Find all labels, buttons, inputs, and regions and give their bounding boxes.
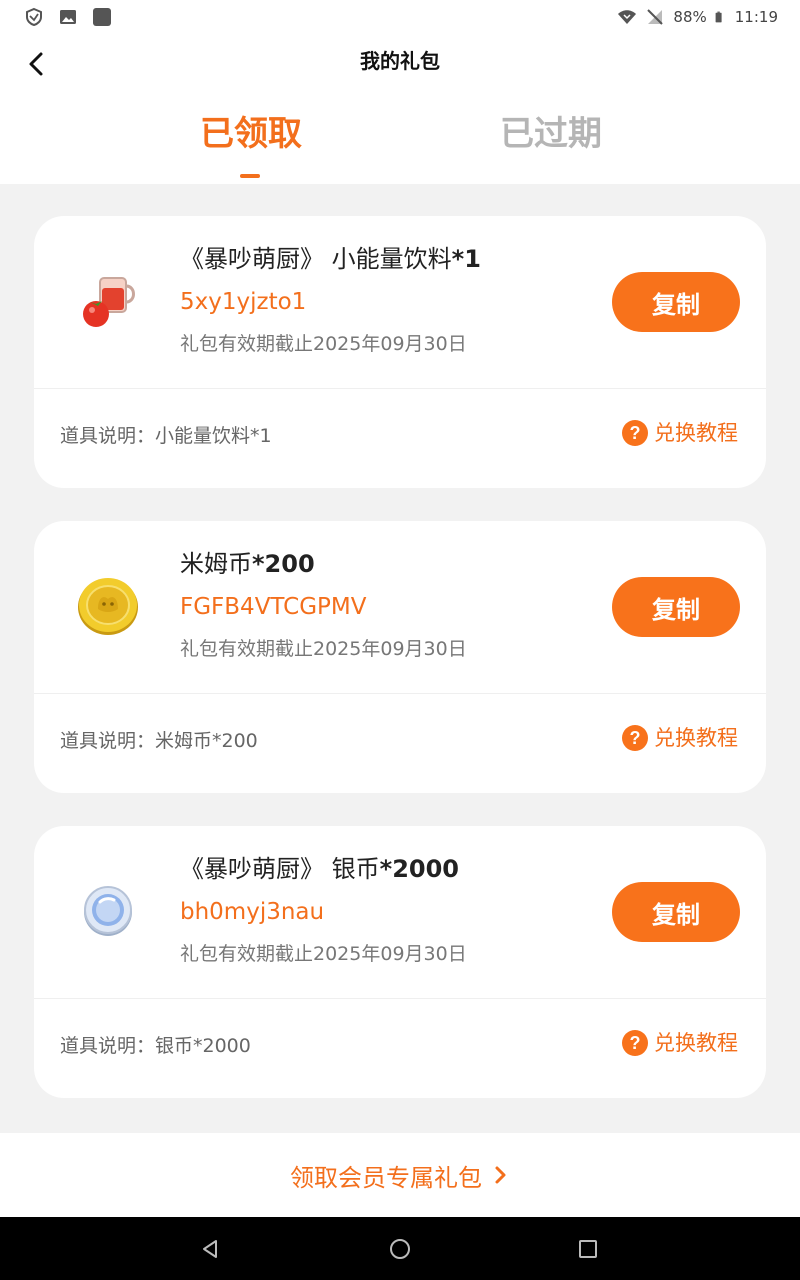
gift-card: 《暴吵萌厨》 小能量饮料*1 5xy1yjzto1 礼包有效期截止2025年09… [34, 216, 766, 488]
divider [34, 388, 766, 389]
gift-code[interactable]: FGFB4VTCGPMV [180, 591, 366, 623]
gift-name: 米姆币*200 [180, 550, 315, 578]
gift-code[interactable]: bh0myj3nau [180, 896, 324, 928]
copy-button[interactable]: 复制 [612, 272, 740, 332]
tutorial-label: 兑换教程 [654, 421, 738, 445]
shield-icon [26, 7, 42, 27]
header: 我的礼包 已领取 已过期 [0, 34, 800, 184]
gift-name: 《暴吵萌厨》 银币*2000 [180, 855, 459, 883]
recents-square-icon[interactable] [576, 1237, 600, 1261]
tab-indicator [240, 174, 260, 178]
tab-bar: 已领取 已过期 [0, 104, 800, 184]
question-icon: ? [622, 1030, 648, 1056]
gift-card: 《暴吵萌厨》 银币*2000 bh0myj3nau 礼包有效期截止2025年09… [34, 826, 766, 1098]
redeem-tutorial-link[interactable]: ? 兑换教程 [622, 418, 738, 448]
gift-description: 道具说明：米姆币*200 [60, 730, 258, 752]
gift-card-main: 《暴吵萌厨》 银币*2000 bh0myj3nau 礼包有效期截止2025年09… [34, 826, 766, 998]
navigation-bar [0, 1217, 800, 1280]
silver-coin-icon [84, 886, 132, 936]
redeem-tutorial-link[interactable]: ? 兑换教程 [622, 723, 738, 753]
energy-drink-icon [83, 277, 135, 327]
gift-description: 道具说明：银币*2000 [60, 1035, 251, 1057]
member-gift-label: 领取会员专属礼包 [290, 1163, 482, 1192]
gift-card-main: 《暴吵萌厨》 小能量饮料*1 5xy1yjzto1 礼包有效期截止2025年09… [34, 216, 766, 388]
page-title: 我的礼包 [360, 49, 440, 73]
status-time: 11:19 [734, 8, 778, 26]
member-gift-link[interactable]: 领取会员专属礼包 [0, 1133, 800, 1217]
copy-button[interactable]: 复制 [612, 882, 740, 942]
image-icon [60, 10, 76, 24]
battery-percent: 88% [673, 8, 707, 26]
question-icon: ? [622, 420, 648, 446]
gift-card-main: 米姆币*200 FGFB4VTCGPMV 礼包有效期截止2025年09月30日 … [34, 521, 766, 693]
home-circle-icon[interactable] [388, 1237, 412, 1261]
battery-icon [715, 11, 722, 23]
gift-code[interactable]: 5xy1yjzto1 [180, 286, 306, 318]
gift-expiry: 礼包有效期截止2025年09月30日 [180, 943, 467, 965]
status-bar: 88% 11:19 [0, 0, 800, 34]
tab-expired[interactable]: 已过期 [500, 110, 602, 158]
gift-name: 《暴吵萌厨》 小能量饮料*1 [180, 245, 481, 273]
status-left-icons [24, 7, 112, 27]
copy-button[interactable]: 复制 [612, 577, 740, 637]
chevron-right-icon [495, 1166, 506, 1184]
gift-card: 米姆币*200 FGFB4VTCGPMV 礼包有效期截止2025年09月30日 … [34, 521, 766, 793]
gold-coin-icon [78, 578, 138, 635]
tab-received[interactable]: 已领取 [200, 110, 302, 158]
tutorial-label: 兑换教程 [654, 1031, 738, 1055]
gift-description: 道具说明：小能量饮料*1 [60, 425, 272, 447]
no-signal-icon [647, 9, 664, 25]
gift-expiry: 礼包有效期截止2025年09月30日 [180, 333, 467, 355]
gift-expiry: 礼包有效期截止2025年09月30日 [180, 638, 467, 660]
tutorial-label: 兑换教程 [654, 726, 738, 750]
question-icon: ? [622, 725, 648, 751]
divider [34, 693, 766, 694]
divider [34, 998, 766, 999]
status-right: 88% 11:19 [617, 7, 778, 27]
wifi-icon [618, 10, 637, 24]
app-square-icon [93, 8, 111, 26]
redeem-tutorial-link[interactable]: ? 兑换教程 [622, 1028, 738, 1058]
back-triangle-icon[interactable] [198, 1237, 222, 1261]
